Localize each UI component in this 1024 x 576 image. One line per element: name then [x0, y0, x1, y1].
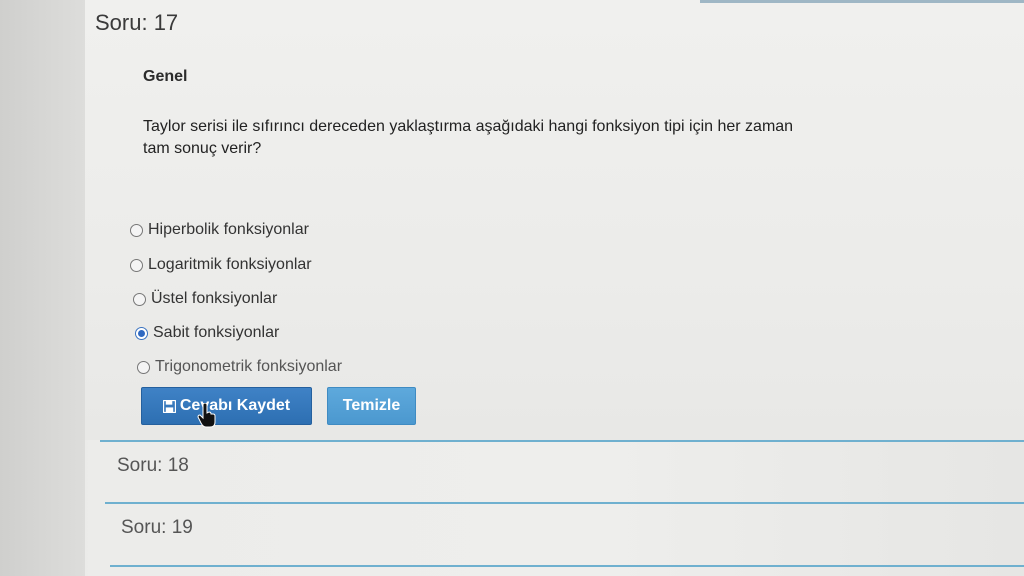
option-hiperbolik[interactable]: Hiperbolik fonksiyonlar [130, 218, 309, 242]
screen: Soru: 17 Genel Taylor serisi ile sıfırın… [0, 0, 1024, 576]
top-divider [700, 0, 1024, 3]
option-label: Hiperbolik fonksiyonlar [148, 221, 309, 238]
save-answer-button[interactable]: Cevabı Kaydet [141, 387, 312, 425]
clear-button[interactable]: Temizle [327, 387, 416, 425]
divider [110, 565, 1024, 567]
floppy-disk-icon [162, 399, 176, 413]
option-label: Sabit fonksiyonlar [153, 324, 280, 341]
left-margin [0, 0, 85, 576]
question-text: Taylor serisi ile sıfırıncı dereceden ya… [143, 116, 943, 160]
radio-icon[interactable] [130, 258, 143, 272]
option-trigonometrik[interactable]: Trigonometrik fonksiyonlar [137, 355, 342, 379]
question-text-line1: Taylor serisi ile sıfırıncı dereceden ya… [143, 118, 794, 135]
question-text-line2: tam sonuç verir? [143, 140, 262, 157]
option-label: Trigonometrik fonksiyonlar [155, 358, 343, 375]
question-header-19[interactable]: Soru: 19 [121, 517, 193, 539]
clear-label: Temizle [342, 397, 401, 414]
hand-pointer-icon [197, 403, 216, 428]
divider [105, 502, 1024, 504]
option-label: Logaritmik fonksiyonlar [148, 256, 312, 273]
divider [100, 440, 1024, 442]
radio-icon[interactable] [133, 292, 146, 306]
option-label: Üstel fonksiyonlar [151, 290, 278, 307]
radio-icon[interactable] [137, 360, 150, 374]
option-ustel[interactable]: Üstel fonksiyonlar [133, 287, 277, 311]
section-title: Genel [143, 68, 188, 85]
option-logaritmik[interactable]: Logaritmik fonksiyonlar [130, 253, 312, 277]
question-header-18[interactable]: Soru: 18 [117, 455, 189, 477]
radio-selected-icon[interactable] [135, 326, 148, 340]
radio-icon[interactable] [130, 223, 143, 237]
option-sabit[interactable]: Sabit fonksiyonlar [135, 321, 279, 345]
question-header: Soru: 17 [95, 10, 179, 35]
